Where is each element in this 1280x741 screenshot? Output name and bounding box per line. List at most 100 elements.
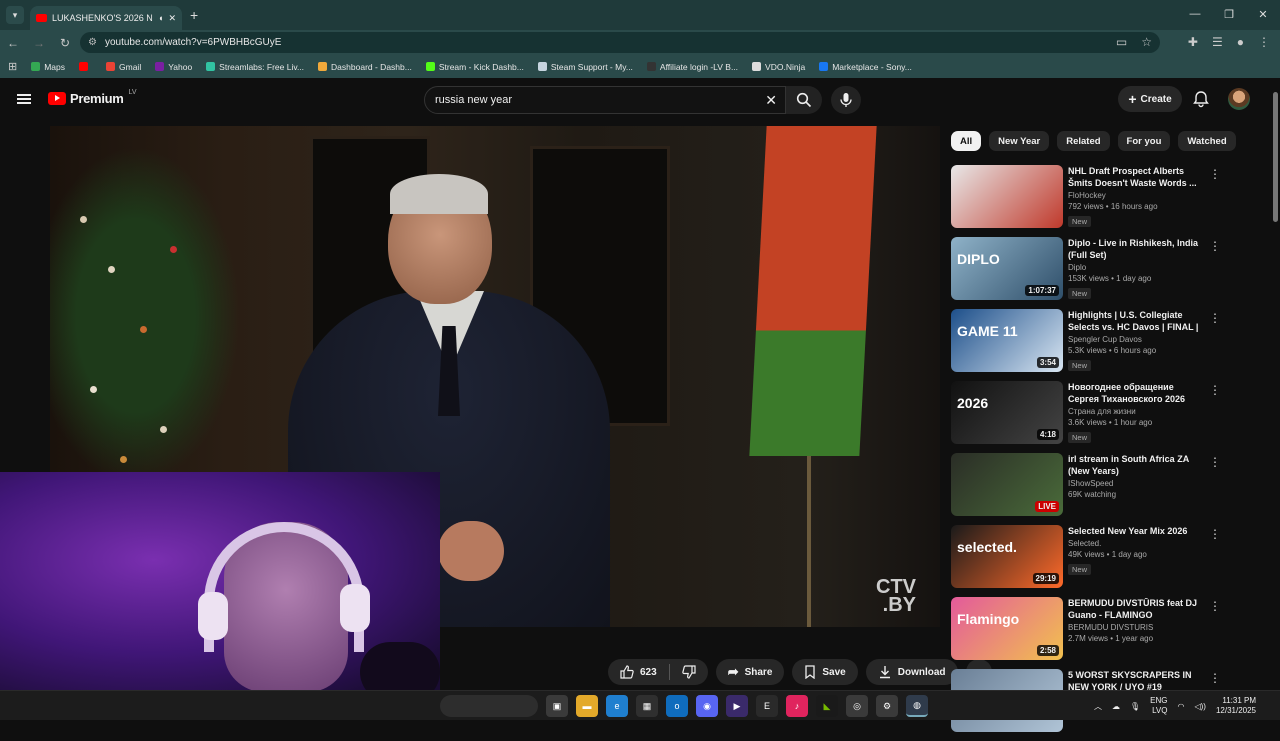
thumbs-down-icon[interactable]: [681, 665, 696, 679]
create-button[interactable]: + Create: [1118, 86, 1182, 112]
account-avatar[interactable]: [1228, 88, 1250, 110]
video-title[interactable]: Highlights | U.S. Collegiate Selects vs.…: [1068, 309, 1206, 333]
share-button[interactable]: ➦ Share: [715, 659, 785, 685]
filter-chip[interactable]: All: [951, 131, 982, 151]
video-thumbnail[interactable]: Flamingo 2:58: [951, 597, 1063, 660]
chrome-taskbar-icon[interactable]: ◍: [906, 695, 928, 717]
video-thumbnail[interactable]: [951, 165, 1063, 228]
close-window-button[interactable]: ✕: [1246, 0, 1280, 28]
video-title[interactable]: Diplo - Live in Rishikesh, India (Full S…: [1068, 237, 1206, 261]
recommended-video[interactable]: selected. 29:19 Selected New Year Mix 2026…: [951, 525, 1221, 597]
video-thumbnail[interactable]: selected. 29:19: [951, 525, 1063, 588]
tray-overflow-icon[interactable]: ︿: [1094, 701, 1102, 712]
search-input[interactable]: russia new year ✕: [424, 86, 786, 114]
video-title[interactable]: Новогоднее обращение Сергея Тихановского…: [1068, 381, 1206, 405]
bookmark-item[interactable]: [79, 62, 92, 71]
close-tab-icon[interactable]: ✕: [168, 13, 176, 24]
bookmark-item[interactable]: Maps: [31, 62, 65, 72]
bookmark-item[interactable]: Dashboard - Dashb...: [318, 62, 412, 72]
more-vertical-icon[interactable]: ⋮: [1209, 383, 1221, 397]
outlook-icon[interactable]: o: [666, 695, 688, 717]
filter-chip[interactable]: New Year: [989, 131, 1050, 151]
new-tab-button[interactable]: +: [190, 7, 198, 23]
tab-search-button[interactable]: ▾: [6, 6, 24, 24]
channel-name[interactable]: BERMUDU DIVSTURIS: [1068, 623, 1206, 632]
restore-button[interactable]: ❐: [1212, 0, 1246, 28]
bookmark-item[interactable]: Affiliate login -LV B...: [646, 62, 738, 72]
bookmark-item[interactable]: Gmail: [106, 62, 141, 72]
bookmark-item[interactable]: VDO.Ninja: [752, 62, 805, 72]
notifications-bell-icon[interactable]: [1192, 90, 1210, 108]
edge-icon[interactable]: e: [606, 695, 628, 717]
bookmark-item[interactable]: Yahoo: [155, 62, 192, 72]
bookmark-item[interactable]: Stream - Kick Dashb...: [425, 62, 524, 72]
extensions-icon[interactable]: ✚: [1188, 35, 1198, 49]
video-title[interactable]: irl stream in South Africa ZA (New Years…: [1068, 453, 1206, 477]
video-title[interactable]: Selected New Year Mix 2026: [1068, 525, 1206, 537]
recommended-video[interactable]: Flamingo 2:58 BERMUDU DIVSTŪRIS feat DJ Gu…: [951, 597, 1221, 669]
save-button[interactable]: Save: [792, 659, 858, 685]
recommended-video[interactable]: DIPLO 1:07:37 Diplo - Live in Rishikesh, I…: [951, 237, 1221, 309]
volume-icon[interactable]: ◁)): [1194, 702, 1205, 711]
settings-gear-icon[interactable]: ⚙: [876, 695, 898, 717]
language-indicator[interactable]: ENG LVQ: [1150, 696, 1167, 716]
apps-grid-icon[interactable]: ⊞: [8, 60, 17, 73]
forward-icon[interactable]: →: [26, 36, 52, 50]
recommended-video[interactable]: NHL Draft Prospect Alberts Šmits Doesn't…: [951, 165, 1221, 237]
video-thumbnail[interactable]: GAME 11 3:54: [951, 309, 1063, 372]
reading-list-icon[interactable]: ☰: [1212, 35, 1223, 49]
obs-icon[interactable]: ◎: [846, 695, 868, 717]
media-player-icon[interactable]: ▶: [726, 695, 748, 717]
recommended-video[interactable]: 2026 4:18 Новогоднее обращение Сергея Тиха…: [951, 381, 1221, 453]
channel-name[interactable]: Spengler Cup Davos: [1068, 335, 1206, 344]
filter-chip[interactable]: For you: [1117, 131, 1171, 151]
network-icon[interactable]: ☁: [1112, 702, 1120, 711]
bookmark-item[interactable]: Streamlabs: Free Liv...: [206, 62, 304, 72]
channel-name[interactable]: Страна для жизни: [1068, 407, 1206, 416]
filter-chip[interactable]: Related: [1057, 131, 1110, 151]
store-icon[interactable]: ▦: [636, 695, 658, 717]
page-scrollbar[interactable]: [1271, 80, 1280, 690]
tiktok-studio-icon[interactable]: ♪: [786, 695, 808, 717]
recommended-video[interactable]: GAME 11 3:54 Highlights | U.S. Collegiate …: [951, 309, 1221, 381]
video-thumbnail[interactable]: LIVE: [951, 453, 1063, 516]
more-vertical-icon[interactable]: ⋮: [1209, 671, 1221, 685]
more-vertical-icon[interactable]: ⋮: [1209, 599, 1221, 613]
chrome-menu-icon[interactable]: ⋮: [1258, 35, 1270, 49]
discord-icon[interactable]: ◉: [696, 695, 718, 717]
site-info-icon[interactable]: ⚙: [88, 37, 97, 48]
nvidia-icon[interactable]: ◣: [816, 695, 838, 717]
reload-icon[interactable]: ↻: [52, 36, 78, 50]
bookmark-item[interactable]: Steam Support - My...: [537, 62, 633, 72]
filter-chip[interactable]: Watched: [1178, 131, 1236, 151]
like-button[interactable]: 623: [608, 659, 708, 685]
video-thumbnail[interactable]: 2026 4:18: [951, 381, 1063, 444]
browser-tab[interactable]: LUKASHENKO'S 2026 NEW ◖ ✕: [30, 6, 182, 30]
wifi-icon[interactable]: ◠: [1178, 702, 1185, 711]
task-view-icon[interactable]: ▣: [546, 695, 568, 717]
more-vertical-icon[interactable]: ⋮: [1209, 167, 1221, 181]
video-title[interactable]: NHL Draft Prospect Alberts Šmits Doesn't…: [1068, 165, 1206, 189]
more-vertical-icon[interactable]: ⋮: [1209, 455, 1221, 469]
channel-name[interactable]: FloHockey: [1068, 191, 1206, 200]
bookmark-star-icon[interactable]: ☆: [1141, 35, 1152, 49]
channel-name[interactable]: Selected.: [1068, 539, 1206, 548]
mute-icon[interactable]: ◖: [158, 13, 163, 23]
recommended-video[interactable]: LIVE irl stream in South Africa ZA (New Y…: [951, 453, 1221, 525]
profile-icon[interactable]: ●: [1237, 35, 1244, 49]
mic-tray-icon[interactable]: 🎙: [1130, 702, 1140, 711]
hamburger-menu-icon[interactable]: [17, 94, 31, 104]
file-explorer-icon[interactable]: ▬: [576, 695, 598, 717]
download-button[interactable]: Download: [865, 659, 958, 685]
minimize-button[interactable]: —: [1178, 0, 1212, 28]
taskbar-search[interactable]: [440, 695, 538, 717]
voice-search-button[interactable]: [831, 86, 861, 114]
more-vertical-icon[interactable]: ⋮: [1209, 311, 1221, 325]
cast-icon[interactable]: ▭: [1116, 35, 1127, 49]
epic-games-icon[interactable]: E: [756, 695, 778, 717]
clear-search-icon[interactable]: ✕: [765, 92, 777, 109]
video-title[interactable]: BERMUDU DIVSTŪRIS feat DJ Guano - FLAMIN…: [1068, 597, 1206, 621]
back-icon[interactable]: ←: [0, 36, 26, 50]
address-bar[interactable]: ⚙ youtube.com/watch?v=6PWBHBcGUyE ▭ ☆: [80, 32, 1160, 53]
channel-name[interactable]: IShowSpeed: [1068, 479, 1206, 488]
